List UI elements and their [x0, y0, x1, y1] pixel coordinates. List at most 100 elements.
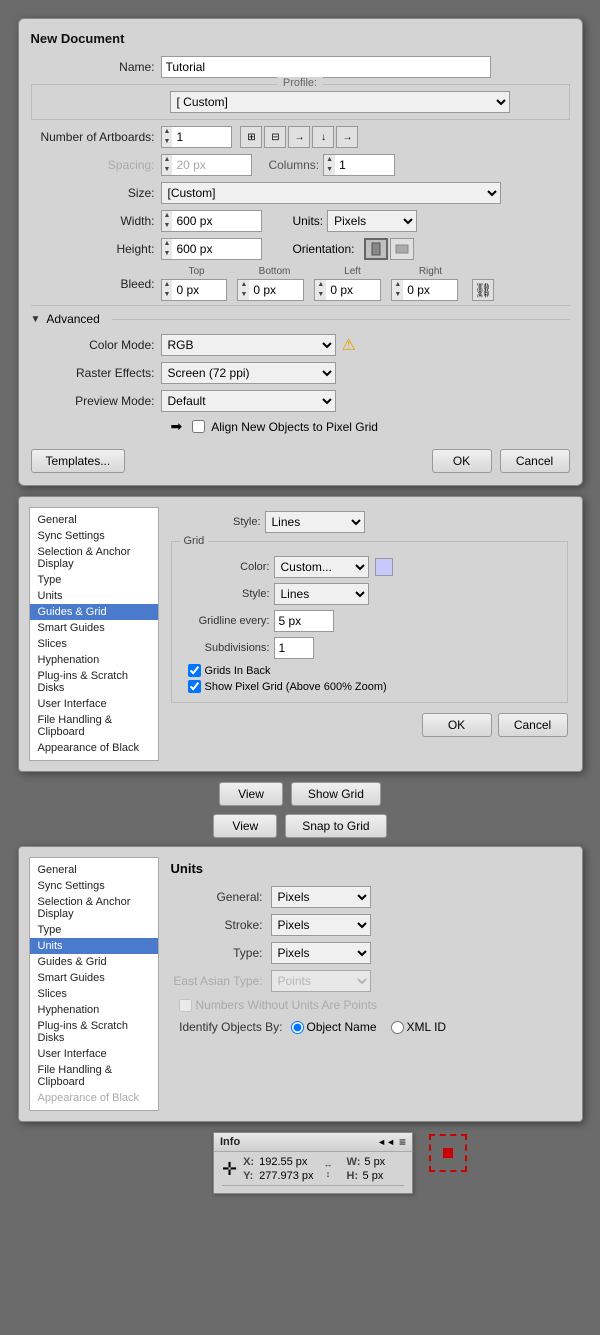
view-button-1[interactable]: View [219, 782, 283, 806]
show-pixel-grid-checkbox[interactable] [188, 680, 201, 693]
name-input[interactable] [161, 56, 491, 78]
raster-select[interactable]: Screen (72 ppi) [161, 362, 336, 384]
prefs2-sidebar-type[interactable]: Type [30, 922, 158, 938]
bleed-top-up[interactable]: ▲ [162, 280, 173, 290]
columns-down[interactable]: ▼ [324, 165, 335, 175]
sidebar-item-slices[interactable]: Slices [30, 636, 158, 652]
spacing-arrows[interactable]: ▲ ▼ [161, 154, 173, 176]
bleed-top-input[interactable] [172, 279, 227, 301]
grid-style-select[interactable]: Lines [274, 583, 369, 605]
prefs2-sidebar-selection[interactable]: Selection & Anchor Display [30, 894, 158, 922]
prefs2-sidebar-units[interactable]: Units [30, 938, 158, 954]
sidebar-item-general[interactable]: General [30, 512, 158, 528]
height-down[interactable]: ▼ [162, 249, 173, 259]
bleed-bottom-input[interactable] [249, 279, 304, 301]
advanced-toggle[interactable]: ▼ [31, 314, 41, 325]
cancel-button[interactable]: Cancel [500, 449, 570, 473]
object-name-radio[interactable] [291, 1021, 304, 1034]
artboards-input[interactable] [172, 126, 232, 148]
columns-arrows[interactable]: ▲ ▼ [323, 154, 335, 176]
artboards-down[interactable]: ▼ [162, 137, 173, 147]
guides-style-select[interactable]: Lines [265, 511, 365, 533]
sidebar-item-selection[interactable]: Selection & Anchor Display [30, 544, 158, 572]
landscape-button[interactable] [390, 238, 414, 260]
units-select[interactable]: Pixels [327, 210, 417, 232]
height-arrows[interactable]: ▲ ▼ [161, 238, 173, 260]
bleed-top-down[interactable]: ▼ [162, 290, 173, 300]
bleed-right-up[interactable]: ▲ [392, 280, 403, 290]
align-checkbox[interactable] [192, 420, 205, 433]
spacing-down[interactable]: ▼ [162, 165, 173, 175]
prefs2-sidebar-general[interactable]: General [30, 862, 158, 878]
xml-id-radio[interactable] [391, 1021, 404, 1034]
bleed-left-up[interactable]: ▲ [315, 280, 326, 290]
prefs-cancel-button[interactable]: Cancel [498, 713, 568, 737]
prefs2-sidebar-file[interactable]: File Handling & Clipboard [30, 1062, 158, 1090]
stroke-units-select[interactable]: Pixels [271, 914, 371, 936]
east-asian-units-select[interactable]: Points [271, 970, 371, 992]
artboards-up[interactable]: ▲ [162, 127, 173, 137]
sidebar-item-units[interactable]: Units [30, 588, 158, 604]
view-button-2[interactable]: View [213, 814, 277, 838]
ok-button[interactable]: OK [432, 449, 492, 473]
bleed-bottom-arrows[interactable]: ▲ ▼ [237, 279, 249, 301]
sidebar-item-hyphenation[interactable]: Hyphenation [30, 652, 158, 668]
grids-in-back-checkbox[interactable] [188, 664, 201, 677]
bleed-right-arrows[interactable]: ▲ ▼ [391, 279, 403, 301]
sidebar-item-type[interactable]: Type [30, 572, 158, 588]
size-select[interactable]: [Custom] [161, 182, 501, 204]
sidebar-item-plugins[interactable]: Plug-ins & Scratch Disks [30, 668, 158, 696]
bleed-left-down[interactable]: ▼ [315, 290, 326, 300]
bleed-bottom-up[interactable]: ▲ [238, 280, 249, 290]
subdivisions-input[interactable] [274, 637, 314, 659]
info-menu-icon[interactable]: ≡ [399, 1135, 406, 1149]
height-up[interactable]: ▲ [162, 239, 173, 249]
prefs2-sidebar-slices[interactable]: Slices [30, 986, 158, 1002]
prefs2-sidebar-hyphenation[interactable]: Hyphenation [30, 1002, 158, 1018]
spacing-input[interactable] [172, 154, 252, 176]
info-collapse-icon[interactable]: ◄◄ [377, 1137, 395, 1147]
artboard-row-icon[interactable]: → [288, 126, 310, 148]
artboard-right-icon[interactable]: → [336, 126, 358, 148]
prefs2-sidebar-plugins[interactable]: Plug-ins & Scratch Disks [30, 1018, 158, 1046]
width-input[interactable] [172, 210, 262, 232]
sidebar-item-file[interactable]: File Handling & Clipboard [30, 712, 158, 740]
link-bleed-button[interactable]: ⛓ [472, 279, 494, 301]
sidebar-item-ui[interactable]: User Interface [30, 696, 158, 712]
bleed-left-arrows[interactable]: ▲ ▼ [314, 279, 326, 301]
prefs2-sidebar-sync[interactable]: Sync Settings [30, 878, 158, 894]
snap-to-grid-button[interactable]: Snap to Grid [285, 814, 386, 838]
bleed-top-arrows[interactable]: ▲ ▼ [161, 279, 173, 301]
prefs2-sidebar-guides-grid[interactable]: Guides & Grid [30, 954, 158, 970]
templates-button[interactable]: Templates... [31, 449, 126, 473]
spacing-up[interactable]: ▲ [162, 155, 173, 165]
general-units-select[interactable]: Pixels [271, 886, 371, 908]
columns-up[interactable]: ▲ [324, 155, 335, 165]
bleed-bottom-down[interactable]: ▼ [238, 290, 249, 300]
sidebar-item-sync[interactable]: Sync Settings [30, 528, 158, 544]
bleed-left-input[interactable] [326, 279, 381, 301]
prefs2-sidebar-ui[interactable]: User Interface [30, 1046, 158, 1062]
type-units-select[interactable]: Pixels [271, 942, 371, 964]
gridline-input[interactable] [274, 610, 334, 632]
width-arrows[interactable]: ▲ ▼ [161, 210, 173, 232]
bleed-right-down[interactable]: ▼ [392, 290, 403, 300]
artboard-grid-icon[interactable]: ⊞ [240, 126, 262, 148]
profile-select[interactable]: [ Custom] [170, 91, 510, 113]
prefs-ok-button[interactable]: OK [422, 713, 492, 737]
sidebar-item-appearance[interactable]: Appearance of Black [30, 740, 158, 756]
portrait-button[interactable] [364, 238, 388, 260]
show-grid-button[interactable]: Show Grid [291, 782, 381, 806]
height-input[interactable] [172, 238, 262, 260]
color-mode-select[interactable]: RGB [161, 334, 336, 356]
width-down[interactable]: ▼ [162, 221, 173, 231]
width-up[interactable]: ▲ [162, 211, 173, 221]
sidebar-item-guides-grid[interactable]: Guides & Grid [30, 604, 158, 620]
artboards-arrows[interactable]: ▲ ▼ [161, 126, 173, 148]
prefs2-sidebar-smart-guides[interactable]: Smart Guides [30, 970, 158, 986]
grid-color-swatch[interactable] [375, 558, 393, 576]
grid-color-select[interactable]: Custom... [274, 556, 369, 578]
columns-input[interactable] [335, 154, 395, 176]
artboard-grid2-icon[interactable]: ⊟ [264, 126, 286, 148]
sidebar-item-smart-guides[interactable]: Smart Guides [30, 620, 158, 636]
